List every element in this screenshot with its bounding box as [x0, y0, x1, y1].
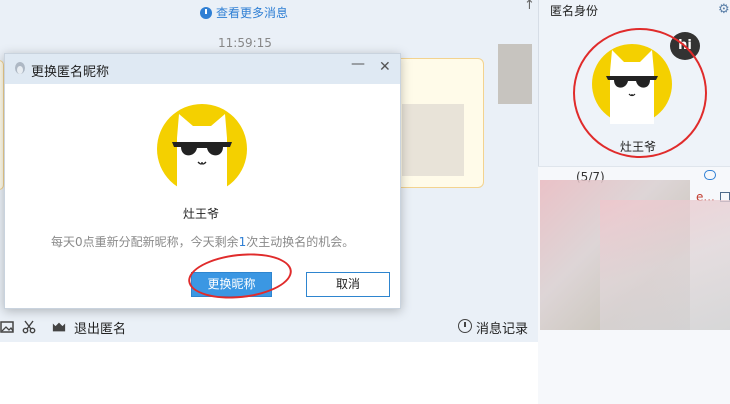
change-nickname-dialog: 更换匿名昵称 — ✕ 灶王爷 每天0点重新分配新昵称，今天剩余1次主动换名的机会…: [4, 53, 401, 309]
penguin-icon: [15, 62, 25, 74]
clock-icon: [200, 6, 212, 19]
note-text-after: 次主动换名的机会。: [246, 235, 355, 249]
message-input-area[interactable]: [0, 342, 538, 404]
exit-anonymous-button[interactable]: 退出匿名: [74, 318, 126, 337]
chat-bubble-icon[interactable]: [704, 170, 716, 180]
scissors-icon[interactable]: [22, 320, 36, 334]
message-timestamp: 11:59:15: [218, 36, 272, 50]
dialog-title: 更换匿名昵称: [31, 65, 110, 80]
anonymous-mask-icon[interactable]: [52, 320, 66, 334]
blurred-content: [402, 104, 464, 176]
scroll-up-arrow-icon[interactable]: ↑: [524, 0, 535, 13]
highlight-circle-avatar: [573, 28, 707, 158]
image-icon[interactable]: [0, 320, 14, 334]
view-more-messages-label: 查看更多消息: [216, 6, 289, 20]
panel-title: 匿名身份: [550, 4, 599, 18]
nickname-rule-note: 每天0点重新分配新昵称，今天剩余1次主动换名的机会。: [51, 233, 354, 250]
view-more-messages-link[interactable]: 查看更多消息: [200, 4, 288, 21]
cancel-button[interactable]: 取消: [306, 272, 390, 297]
minimize-button[interactable]: —: [351, 56, 365, 72]
dialog-avatar: [157, 104, 247, 194]
gear-icon[interactable]: ⚙: [718, 2, 730, 17]
history-clock-icon[interactable]: [458, 319, 472, 333]
dialog-nickname: 灶王爷: [183, 207, 220, 221]
blurred-avatar: [498, 44, 532, 104]
close-button[interactable]: ✕: [379, 59, 391, 75]
blurred-member-avatars: [600, 200, 730, 330]
message-history-button[interactable]: 消息记录: [476, 318, 528, 337]
note-text-before: 每天0点重新分配新昵称，今天剩余: [51, 235, 239, 249]
